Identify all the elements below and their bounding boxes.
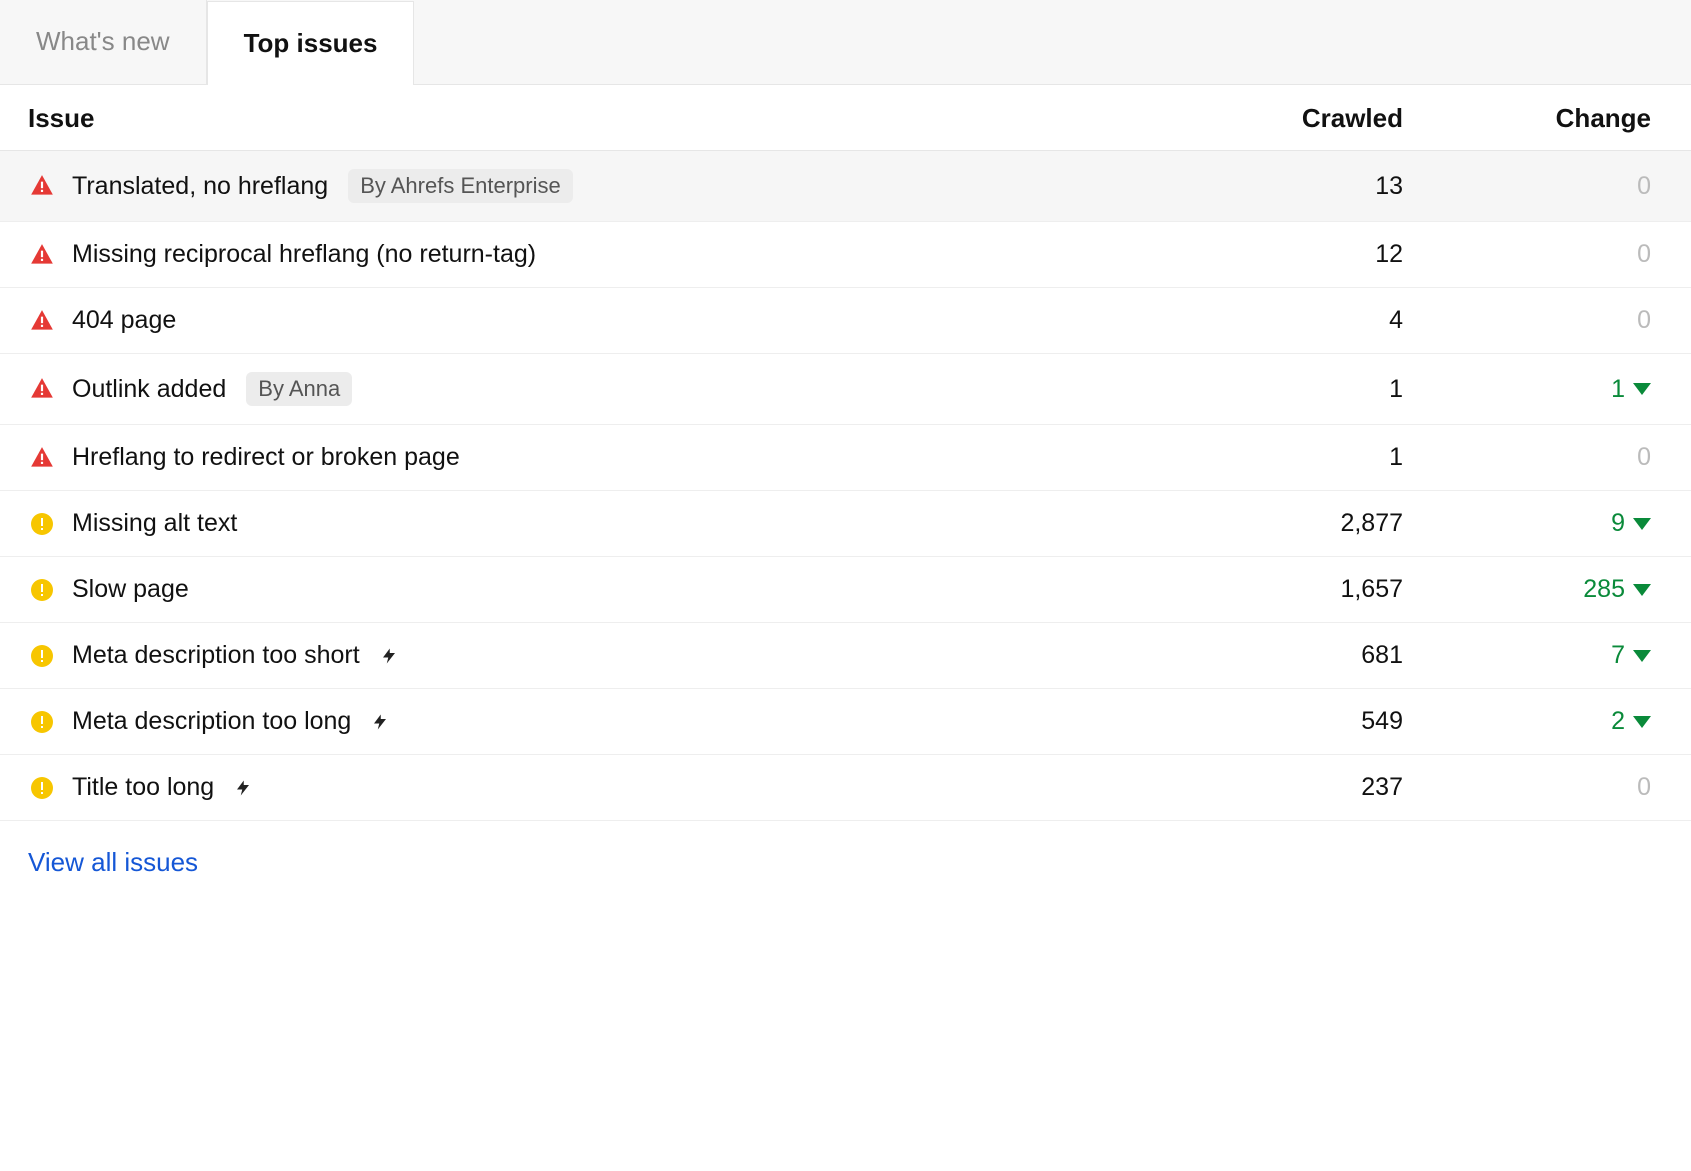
author-badge: By Anna	[246, 372, 352, 406]
issue-name: 404 page	[72, 306, 176, 335]
change-number: 285	[1583, 575, 1625, 604]
change-number: 9	[1611, 509, 1625, 538]
change-value: 7	[1403, 641, 1663, 670]
error-triangle-icon	[28, 445, 56, 471]
author-badge: By Ahrefs Enterprise	[348, 169, 573, 203]
change-number: 0	[1637, 773, 1651, 802]
issue-cell: Title too long	[28, 773, 1183, 802]
table-row[interactable]: Meta description too short 681 7	[0, 623, 1691, 689]
issue-name: Hreflang to redirect or broken page	[72, 443, 460, 472]
change-value: 285	[1403, 575, 1663, 604]
change-number: 0	[1637, 240, 1651, 269]
table-footer: View all issues	[0, 821, 1691, 918]
change-value: 9	[1403, 509, 1663, 538]
issue-cell: 404 page	[28, 306, 1183, 335]
caret-down-icon	[1633, 518, 1651, 530]
crawled-value: 13	[1183, 172, 1403, 201]
issue-cell: Outlink added By Anna	[28, 372, 1183, 406]
table-row[interactable]: Hreflang to redirect or broken page 1 0	[0, 425, 1691, 491]
issue-name: Meta description too short	[72, 641, 360, 670]
warning-circle-icon	[28, 578, 56, 602]
table-row[interactable]: 404 page 4 0	[0, 288, 1691, 354]
issue-name: Translated, no hreflang	[72, 172, 328, 201]
issue-cell: Missing reciprocal hreflang (no return-t…	[28, 240, 1183, 269]
table-row[interactable]: Meta description too long 549 2	[0, 689, 1691, 755]
bolt-icon	[234, 777, 252, 799]
issue-cell: Meta description too short	[28, 641, 1183, 670]
issue-cell: Missing alt text	[28, 509, 1183, 538]
table-row[interactable]: Title too long 237 0	[0, 755, 1691, 821]
table-row[interactable]: Translated, no hreflang By Ahrefs Enterpr…	[0, 151, 1691, 222]
view-all-issues-link[interactable]: View all issues	[28, 847, 198, 877]
change-number: 7	[1611, 641, 1625, 670]
change-number: 2	[1611, 707, 1625, 736]
col-header-crawled[interactable]: Crawled	[1183, 103, 1403, 134]
crawled-value: 681	[1183, 641, 1403, 670]
issue-name: Missing alt text	[72, 509, 237, 538]
change-number: 0	[1637, 306, 1651, 335]
table-row[interactable]: Outlink added By Anna 1 1	[0, 354, 1691, 425]
issue-name: Outlink added	[72, 375, 226, 404]
warning-circle-icon	[28, 644, 56, 668]
tabs-bar: What's new Top issues	[0, 0, 1691, 85]
change-number: 0	[1637, 443, 1651, 472]
issue-name: Meta description too long	[72, 707, 351, 736]
caret-down-icon	[1633, 383, 1651, 395]
crawled-value: 4	[1183, 306, 1403, 335]
change-number: 0	[1637, 172, 1651, 201]
change-value: 0	[1403, 306, 1663, 335]
issues-table: Issue Crawled Change Translated, no href…	[0, 85, 1691, 821]
crawled-value: 549	[1183, 707, 1403, 736]
error-triangle-icon	[28, 173, 56, 199]
caret-down-icon	[1633, 716, 1651, 728]
tab-top-issues[interactable]: Top issues	[207, 1, 415, 85]
issue-cell: Hreflang to redirect or broken page	[28, 443, 1183, 472]
crawled-value: 12	[1183, 240, 1403, 269]
issue-name: Title too long	[72, 773, 214, 802]
change-value: 0	[1403, 240, 1663, 269]
caret-down-icon	[1633, 650, 1651, 662]
change-value: 1	[1403, 375, 1663, 404]
issue-cell: Translated, no hreflang By Ahrefs Enterpr…	[28, 169, 1183, 203]
warning-circle-icon	[28, 512, 56, 536]
caret-down-icon	[1633, 584, 1651, 596]
table-header: Issue Crawled Change	[0, 85, 1691, 151]
tab-whats-new[interactable]: What's new	[0, 0, 207, 84]
warning-circle-icon	[28, 776, 56, 800]
table-row[interactable]: Slow page 1,657 285	[0, 557, 1691, 623]
change-value: 0	[1403, 172, 1663, 201]
bolt-icon	[380, 645, 398, 667]
issue-cell: Slow page	[28, 575, 1183, 604]
change-value: 2	[1403, 707, 1663, 736]
crawled-value: 1,657	[1183, 575, 1403, 604]
crawled-value: 1	[1183, 443, 1403, 472]
col-header-change[interactable]: Change	[1403, 103, 1663, 134]
crawled-value: 2,877	[1183, 509, 1403, 538]
table-row[interactable]: Missing alt text 2,877 9	[0, 491, 1691, 557]
error-triangle-icon	[28, 376, 56, 402]
change-value: 0	[1403, 443, 1663, 472]
issue-name: Missing reciprocal hreflang (no return-t…	[72, 240, 536, 269]
warning-circle-icon	[28, 710, 56, 734]
issue-name: Slow page	[72, 575, 189, 604]
crawled-value: 1	[1183, 375, 1403, 404]
error-triangle-icon	[28, 242, 56, 268]
col-header-issue[interactable]: Issue	[28, 103, 1183, 134]
table-row[interactable]: Missing reciprocal hreflang (no return-t…	[0, 222, 1691, 288]
change-value: 0	[1403, 773, 1663, 802]
issue-cell: Meta description too long	[28, 707, 1183, 736]
change-number: 1	[1611, 375, 1625, 404]
crawled-value: 237	[1183, 773, 1403, 802]
bolt-icon	[371, 711, 389, 733]
error-triangle-icon	[28, 308, 56, 334]
